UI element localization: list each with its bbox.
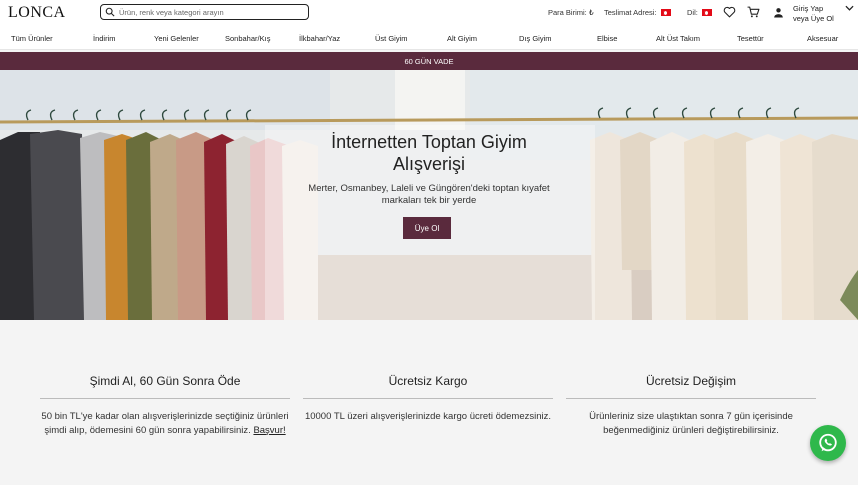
feature-title: Şimdi Al, 60 Gün Sonra Öde [89,374,241,388]
user-icon [773,7,783,17]
nav-item-tops[interactable]: Üst Giyim [375,34,408,43]
feature-body-line2: şimdi alıp, ödemesini 60 gün sonra yapab… [44,425,251,436]
hero-subtitle-line1: Merter, Osmanbey, Laleli ve Güngören'dek… [308,183,550,194]
apply-link[interactable]: Başvur! [253,425,285,436]
hero-subtitle: Merter, Osmanbey, Laleli ve Güngören'dek… [0,183,858,207]
promo-text: 60 GÜN VADE [404,56,454,66]
nav-item-accessories[interactable]: Aksesuar [807,34,838,43]
login-link[interactable]: Giriş Yap veya Üye Ol [793,4,834,24]
nav-item-new-arrivals[interactable]: Yeni Gelenler [154,34,199,43]
flag-tr-icon [660,9,671,16]
favorites-button[interactable] [721,4,737,20]
login-label: Giriş Yap [793,4,824,13]
hero-title-line2: Alışverişi [392,154,465,174]
feature-pay-later: Şimdi Al, 60 Gün Sonra Öde 50 bin TL'ye … [40,374,290,438]
hero-title-line1: İnternetten Toptan Giyim [331,132,527,152]
hero-title: İnternetten Toptan Giyim Alışverişi [0,131,858,175]
chevron-down-icon[interactable] [845,4,854,12]
feature-title: Ücretsiz Değişim [645,374,736,388]
nav-item-sale[interactable]: İndirim [93,34,116,43]
hero-subtitle-line2: markaları tek bir yerde [381,195,477,206]
nav-item-sets[interactable]: Alt Üst Takım [656,34,700,43]
signup-button[interactable]: Üye Ol [403,217,451,239]
feature-title: Ücretsiz Kargo [388,374,468,388]
nav-item-bottoms[interactable]: Alt Giyim [447,34,477,43]
feature-free-shipping: Ücretsiz Kargo 10000 TL üzeri alışverişl… [303,374,553,424]
nav-item-outerwear[interactable]: Dış Giyim [519,34,552,43]
feature-body-line1: 10000 TL üzeri alışverişlerinizde kargo … [304,411,552,422]
promo-banner[interactable]: 60 GÜN VADE [0,52,858,70]
feature-body-line1: Ürünleriniz size ulaştıktan sonra 7 gün … [589,411,793,422]
search-icon [105,7,115,17]
feature-body: 10000 TL üzeri alışverişlerinizde kargo … [303,410,553,424]
divider [566,398,816,399]
top-header: LONCA Para Birimi: ₺ Teslimat Adresi: Di… [0,0,858,28]
delivery-address-selector[interactable]: Teslimat Adresi: [604,8,671,17]
delivery-label: Teslimat Adresi: [604,8,657,17]
features-section: Şimdi Al, 60 Gün Sonra Öde 50 bin TL'ye … [0,320,858,485]
feature-body: 50 bin TL'ye kadar olan alışverişleriniz… [40,410,290,438]
heart-icon [723,6,735,18]
search-input[interactable] [119,7,299,17]
nav-item-autumn-winter[interactable]: Sonbahar/Kış [225,34,270,43]
cart-icon [747,6,759,18]
feature-body-line2: beğenmediğiniz ürünleri değiştirebilirsi… [603,425,779,436]
whatsapp-icon [819,433,837,452]
nav-item-spring-summer[interactable]: İlkbahar/Yaz [299,34,340,43]
nav-item-all-products[interactable]: Tüm Ürünler [11,34,53,43]
divider [303,398,553,399]
category-nav: Tüm Ürünler İndirim Yeni Gelenler Sonbah… [0,28,858,50]
flag-tr-icon [701,9,712,16]
cart-button[interactable] [745,4,761,20]
currency-selector[interactable]: Para Birimi: ₺ [548,8,594,17]
divider [40,398,290,399]
account-button[interactable] [770,4,786,20]
feature-body-line1: 50 bin TL'ye kadar olan alışverişleriniz… [41,411,289,422]
search-bar[interactable] [100,4,309,20]
language-selector[interactable]: Dil: [687,8,712,17]
nav-item-dresses[interactable]: Elbise [597,34,617,43]
feature-body: Ürünleriniz size ulaştıktan sonra 7 gün … [566,410,816,438]
feature-free-exchange: Ücretsiz Değişim Ürünleriniz size ulaştı… [566,374,816,438]
logo[interactable]: LONCA [8,4,66,22]
language-label: Dil: [687,8,698,17]
nav-item-modest[interactable]: Tesettür [737,34,764,43]
currency-label: Para Birimi: ₺ [548,8,594,17]
whatsapp-button[interactable] [810,425,846,461]
register-label: veya Üye Ol [793,14,834,23]
